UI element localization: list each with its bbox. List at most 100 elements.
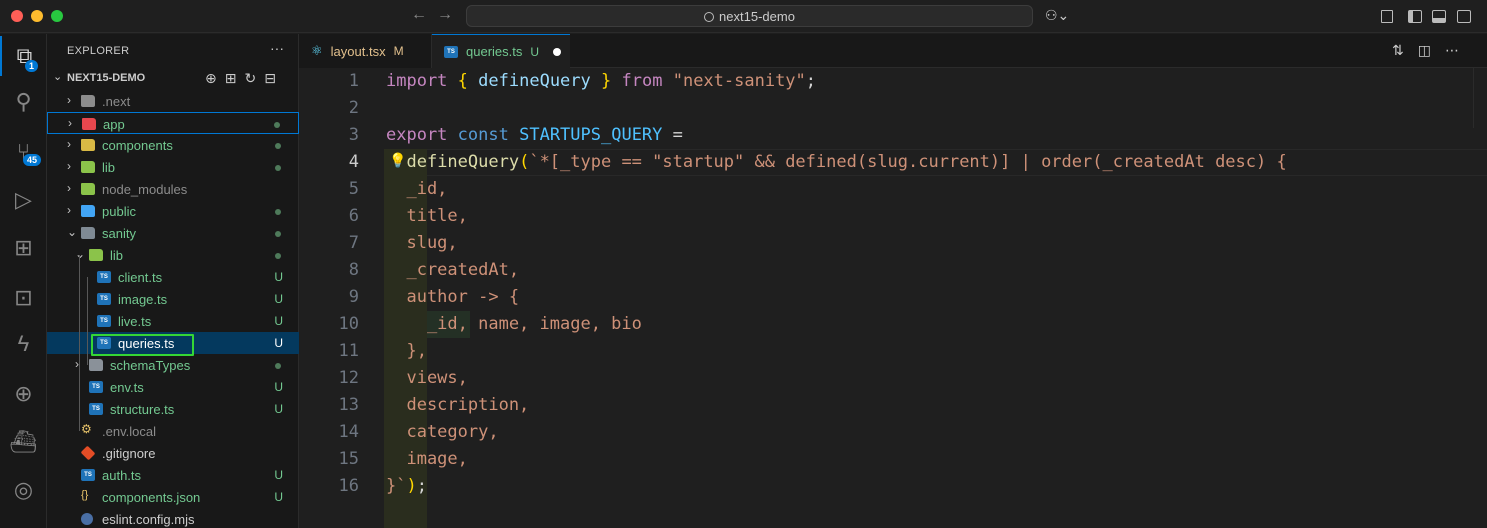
back-arrow-icon[interactable]: ←: [411, 6, 427, 24]
chevron-right-icon[interactable]: ›: [67, 159, 71, 173]
docker-icon: ⛴: [9, 429, 38, 454]
tree-file[interactable]: TS live.ts U: [47, 310, 299, 332]
extensions-activity[interactable]: ⊞: [0, 228, 47, 268]
line-number: 9: [348, 287, 359, 307]
tree-folder[interactable]: › lib: [47, 156, 299, 178]
tab-label: queries.ts: [466, 44, 523, 59]
source-control-badge: 45: [23, 154, 42, 166]
lightning-activity[interactable]: ϟ: [0, 324, 47, 364]
run-debug-icon: ▷: [15, 187, 32, 212]
remote-explorer-activity[interactable]: ⊡: [0, 278, 47, 318]
copilot-icon[interactable]: ⚇⌄: [1045, 7, 1069, 24]
tree-file[interactable]: TS auth.ts U: [47, 464, 299, 486]
code-editor[interactable]: 💡 1 import { defineQuery } from "next-san…: [299, 68, 1487, 528]
tree-folder[interactable]: ⌄ sanity: [47, 222, 299, 244]
folder-icon: [81, 205, 95, 217]
editor-actions[interactable]: ⇅◫⋯: [1392, 42, 1473, 59]
tree-file[interactable]: eslint.config.mjs: [47, 508, 299, 528]
folder-icon: [89, 249, 103, 261]
tree-item-label: app: [103, 117, 125, 132]
line-number: 13: [338, 395, 359, 415]
run-debug-activity[interactable]: ▷: [0, 180, 47, 220]
title-bar: ← → next15-demo ⚇⌄: [0, 0, 1487, 33]
extensions-icon: ⊞: [14, 235, 33, 260]
more-icon[interactable]: ⋯: [1445, 42, 1473, 58]
typescript-icon: TS: [97, 337, 111, 349]
tree-folder[interactable]: › schemaTypes: [47, 354, 299, 376]
gitlens-icon: ◎: [13, 477, 34, 502]
typescript-icon: TS: [81, 469, 95, 481]
tree-folder[interactable]: › public: [47, 200, 299, 222]
chevron-right-icon[interactable]: ›: [67, 137, 71, 151]
indent-guide: [79, 255, 80, 431]
tab-layout[interactable]: ⚛ layout.tsx M: [299, 34, 432, 68]
code-line: 10 _id, name, image, bio: [299, 311, 1487, 338]
tree-folder[interactable]: ⌄ lib: [47, 244, 299, 266]
tree-file[interactable]: {} components.json U: [47, 486, 299, 508]
git-graph-activity[interactable]: ⊕: [0, 374, 47, 414]
toggle-secondary-sidebar-icon[interactable]: [1457, 10, 1471, 23]
tree-folder[interactable]: › app: [47, 112, 299, 134]
remote-explorer-icon: ⊡: [14, 285, 33, 310]
more-actions-icon[interactable]: ···: [270, 40, 284, 56]
code-line: 4 defineQuery(`*[_type == "startup" && d…: [299, 149, 1487, 176]
maximize-window-button[interactable]: [51, 10, 63, 22]
typescript-icon: TS: [97, 315, 111, 327]
tree-item-label: sanity: [102, 226, 136, 241]
line-number: 7: [348, 233, 359, 253]
source-control-activity[interactable]: ⑂ 45: [0, 132, 47, 172]
code-line: 8 _createdAt,: [299, 257, 1487, 284]
explorer-activity[interactable]: ⧉ 1: [0, 36, 47, 76]
git-status-badge: U: [274, 270, 283, 284]
forward-arrow-icon[interactable]: →: [437, 6, 453, 24]
chevron-right-icon[interactable]: ›: [67, 93, 71, 107]
activity-bar: ⧉ 1 ⚲ ⑂ 45 ▷ ⊞ ⊡ ϟ ⊕ ⛴ ◎: [0, 34, 47, 528]
explorer-actions[interactable]: ⊕⊞↻⊟: [205, 70, 284, 87]
toggle-primary-sidebar-icon[interactable]: [1408, 10, 1422, 23]
folder-icon: [81, 227, 95, 239]
command-center-search[interactable]: next15-demo: [466, 5, 1033, 27]
line-number: 1: [348, 71, 359, 91]
tree-file[interactable]: TS env.ts U: [47, 376, 299, 398]
line-number: 6: [348, 206, 359, 226]
tree-item-label: node_modules: [102, 182, 188, 197]
gitlens-activity[interactable]: ◎: [0, 470, 47, 510]
tab-queries[interactable]: TS queries.ts U: [432, 34, 570, 68]
close-window-button[interactable]: [11, 10, 23, 22]
tree-folder[interactable]: › components: [47, 134, 299, 156]
git-status-badge: U: [274, 292, 283, 306]
split-editor-icon[interactable]: ◫: [1418, 42, 1445, 58]
minimize-window-button[interactable]: [31, 10, 43, 22]
chevron-right-icon[interactable]: ›: [67, 181, 71, 195]
tree-folder[interactable]: › .next: [47, 90, 299, 112]
search-icon: ⚲: [15, 89, 32, 114]
env-settings-icon: ⚙: [81, 422, 92, 436]
tree-file[interactable]: TS queries.ts U: [47, 332, 299, 354]
search-activity[interactable]: ⚲: [0, 82, 47, 122]
chevron-down-icon[interactable]: ⌄: [75, 247, 85, 261]
typescript-icon: TS: [444, 45, 458, 58]
project-header[interactable]: ⌄ NEXT15-DEMO ⊕⊞↻⊟: [47, 68, 299, 90]
tree-file[interactable]: TS image.ts U: [47, 288, 299, 310]
unsaved-dot-icon[interactable]: [553, 47, 562, 56]
tree-item-label: .env.local: [102, 424, 156, 439]
tree-file[interactable]: .gitignore: [47, 442, 299, 464]
react-icon: ⚛: [311, 43, 323, 58]
toggle-panel-icon[interactable]: [1432, 10, 1446, 23]
chevron-down-icon[interactable]: ⌄: [67, 225, 77, 239]
git-status-dot: [275, 165, 281, 171]
tree-file[interactable]: TS structure.ts U: [47, 398, 299, 420]
tree-file[interactable]: TS client.ts U: [47, 266, 299, 288]
chevron-right-icon[interactable]: ›: [68, 116, 72, 130]
explorer-badge: 1: [25, 60, 39, 72]
open-changes-icon[interactable]: ⇅: [1392, 42, 1418, 58]
code-line: 13 description,: [299, 392, 1487, 419]
customize-layout-icon[interactable]: [1381, 10, 1393, 23]
chevron-right-icon[interactable]: ›: [67, 203, 71, 217]
folder-icon: [89, 359, 103, 371]
typescript-icon: TS: [89, 403, 103, 415]
docker-activity[interactable]: ⛴: [0, 422, 47, 462]
tree-folder[interactable]: › node_modules: [47, 178, 299, 200]
line-number: 5: [348, 179, 359, 199]
tree-file[interactable]: ⚙ .env.local: [47, 420, 299, 442]
